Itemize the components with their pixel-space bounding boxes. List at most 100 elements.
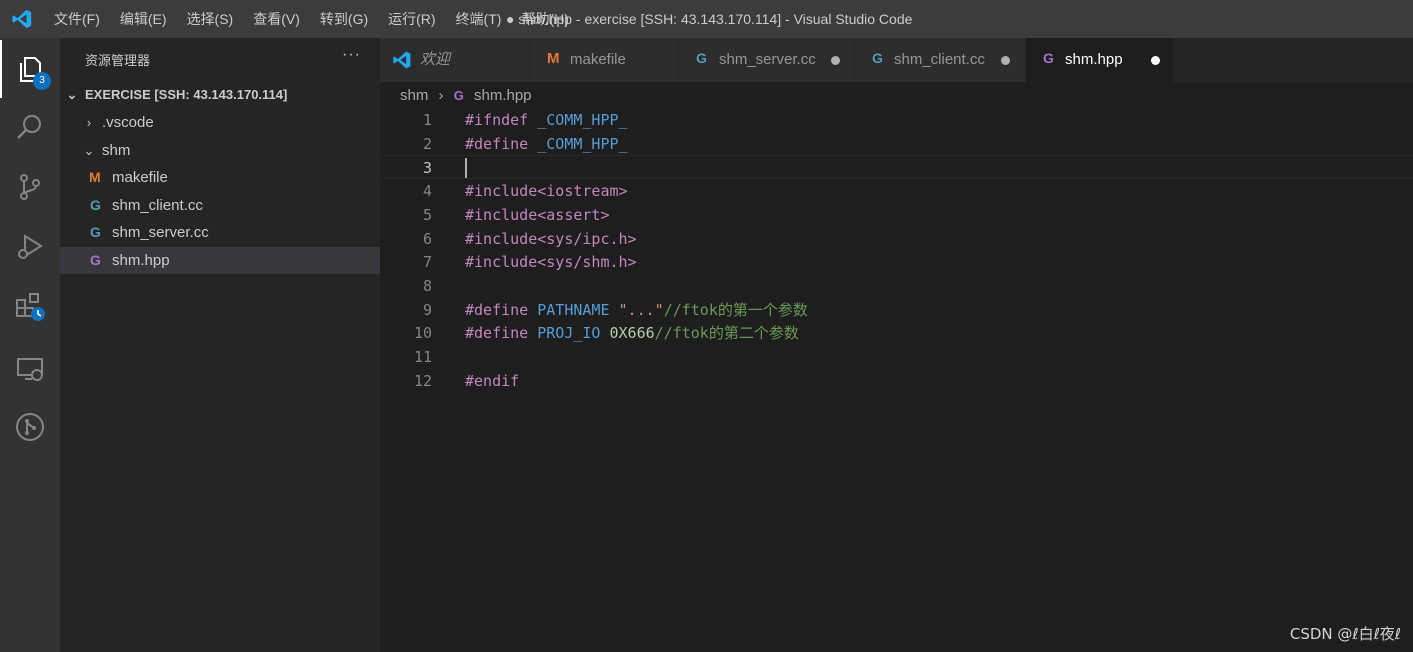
- code-text: #include<sys/ipc.h>: [465, 227, 637, 251]
- tab-shm-client[interactable]: G shm_client.cc: [855, 38, 1026, 82]
- code-text: #define PROJ_IO 0X666//ftok的第二个参数: [465, 321, 799, 345]
- code-token: _COMM_HPP_: [537, 111, 628, 129]
- makefile-icon: M: [89, 169, 101, 185]
- line-number: 11: [413, 348, 432, 366]
- code-line[interactable]: 2 #define _COMM_HPP_: [380, 132, 1413, 156]
- code-line[interactable]: 8: [380, 274, 1413, 298]
- tab-shm-hpp[interactable]: G shm.hpp: [1026, 38, 1174, 82]
- code-text: #include<iostream>: [465, 179, 628, 203]
- run-debug-icon: [18, 234, 43, 259]
- line-number: 6: [422, 229, 432, 248]
- title-bar: 文件(F) 编辑(E) 选择(S) 查看(V) 转到(G) 运行(R) 终端(T) 帮助(H)…: [0, 0, 1413, 38]
- chevron-right-icon: ›: [438, 87, 444, 104]
- line-number: 1: [422, 111, 432, 129]
- code-line[interactable]: 9 #define PATHNAME "..."//ftok的第一个参数: [380, 298, 1413, 322]
- code-line[interactable]: 10 #define PROJ_IO 0X666//ftok的第二个参数: [380, 321, 1413, 345]
- code-line[interactable]: 7 #include<sys/shm.h>: [380, 250, 1413, 274]
- explorer-badge: 3: [33, 72, 51, 90]
- search-activity[interactable]: [0, 98, 60, 156]
- code-token: //ftok的第二个参数: [654, 324, 799, 343]
- code-text: #define _COMM_HPP_: [465, 132, 628, 156]
- explorer-activity[interactable]: 3: [0, 40, 60, 98]
- line-number: 5: [422, 205, 432, 224]
- git-graph-activity[interactable]: [0, 398, 60, 456]
- code-token: <sys/ipc.h>: [537, 229, 637, 248]
- code-text: #define PATHNAME "..."//ftok的第一个参数: [465, 298, 808, 322]
- code-line[interactable]: 6 #include<sys/ipc.h>: [380, 227, 1413, 251]
- explorer-sidebar: 资源管理器 ··· ⌄ EXERCISE [SSH: 43.143.170.11…: [60, 38, 380, 652]
- breadcrumb-file[interactable]: shm.hpp: [474, 87, 532, 104]
- tree-item-label: .vscode: [102, 114, 154, 131]
- code-line[interactable]: 4 #include<iostream>: [380, 179, 1413, 203]
- code-token: <sys/shm.h>: [537, 253, 637, 272]
- cpp-file-icon: G: [696, 50, 707, 66]
- line-number: 3: [422, 159, 432, 178]
- code-token: //ftok的第一个参数: [663, 300, 808, 319]
- code-token: #include: [465, 229, 538, 248]
- line-number: 4: [422, 182, 432, 201]
- explorer-title: 资源管理器: [85, 53, 151, 68]
- remote-explorer-icon: [17, 358, 43, 381]
- cpp-file-icon: G: [872, 50, 883, 66]
- code-token: "...": [618, 300, 664, 319]
- source-control-icon: [20, 174, 40, 200]
- tree-item-label: shm.hpp: [112, 252, 170, 269]
- code-line[interactable]: 11: [380, 345, 1413, 369]
- tree-item-shm-client[interactable]: G shm_client.cc: [60, 192, 380, 219]
- tree-item-shm-server[interactable]: G shm_server.cc: [60, 219, 380, 246]
- tab-label: shm.hpp: [1065, 51, 1123, 68]
- breadcrumb: shm › G shm.hpp: [400, 85, 532, 107]
- activity-bar: 3: [0, 38, 60, 652]
- code-text: #ifndef _COMM_HPP_: [465, 108, 628, 132]
- code-token: #include: [465, 205, 538, 224]
- hpp-file-icon: G: [1043, 50, 1054, 66]
- code-token: #include: [465, 253, 538, 272]
- unsaved-dot-icon[interactable]: [831, 56, 840, 65]
- source-control-activity[interactable]: [0, 158, 60, 216]
- tree-item-label: makefile: [112, 169, 168, 186]
- code-text: #include<assert>: [465, 203, 610, 227]
- chevron-down-icon: ⌄: [83, 143, 95, 158]
- window-title: ● shm.hpp - exercise [SSH: 43.143.170.11…: [506, 11, 913, 27]
- unsaved-dot-icon[interactable]: [1151, 56, 1160, 65]
- watermark: CSDN @ℓ白ℓ夜ℓ: [1289, 625, 1401, 643]
- tree-item-vscode-folder[interactable]: › .vscode: [60, 109, 380, 136]
- code-token: <assert>: [537, 205, 610, 224]
- extensions-activity[interactable]: [0, 278, 60, 336]
- text-cursor: [465, 158, 467, 179]
- line-number: 7: [422, 253, 432, 272]
- line-number: 9: [422, 300, 432, 319]
- code-editor[interactable]: 1 #ifndef _COMM_HPP_ 2 #define _COMM_HPP_ 3 4…: [380, 108, 1413, 652]
- vscode-welcome-icon: [393, 51, 411, 69]
- makefile-icon: M: [547, 50, 560, 67]
- tree-item-makefile[interactable]: M makefile: [60, 164, 380, 191]
- code-line[interactable]: 1 #ifndef _COMM_HPP_: [380, 108, 1413, 132]
- tree-item-shm-hpp[interactable]: G shm.hpp: [60, 247, 380, 274]
- run-debug-activity[interactable]: [0, 218, 60, 276]
- code-line[interactable]: 12 #endif: [380, 369, 1413, 393]
- workspace-root[interactable]: ⌄ EXERCISE [SSH: 43.143.170.114]: [60, 81, 380, 108]
- more-actions-icon[interactable]: ···: [342, 46, 361, 64]
- remote-explorer-activity[interactable]: [0, 340, 60, 398]
- code-token: #include: [465, 182, 538, 201]
- hpp-file-icon: G: [90, 252, 101, 268]
- tree-item-shm-folder[interactable]: ⌄ shm: [60, 137, 380, 164]
- line-number: 10: [413, 324, 432, 343]
- chevron-down-icon: ⌄: [66, 87, 78, 102]
- unsaved-dot-icon[interactable]: [1001, 56, 1010, 65]
- tab-welcome[interactable]: 欢迎: [380, 38, 530, 82]
- tab-makefile[interactable]: M makefile: [530, 38, 679, 82]
- chevron-right-icon: ›: [86, 115, 92, 130]
- tab-shm-server[interactable]: G shm_server.cc: [679, 38, 855, 82]
- code-token: 0X666: [609, 324, 655, 343]
- line-number: 12: [413, 371, 432, 390]
- code-line[interactable]: 3: [380, 155, 1413, 180]
- code-line[interactable]: 5 #include<assert>: [380, 203, 1413, 227]
- breadcrumb-folder[interactable]: shm: [400, 87, 428, 104]
